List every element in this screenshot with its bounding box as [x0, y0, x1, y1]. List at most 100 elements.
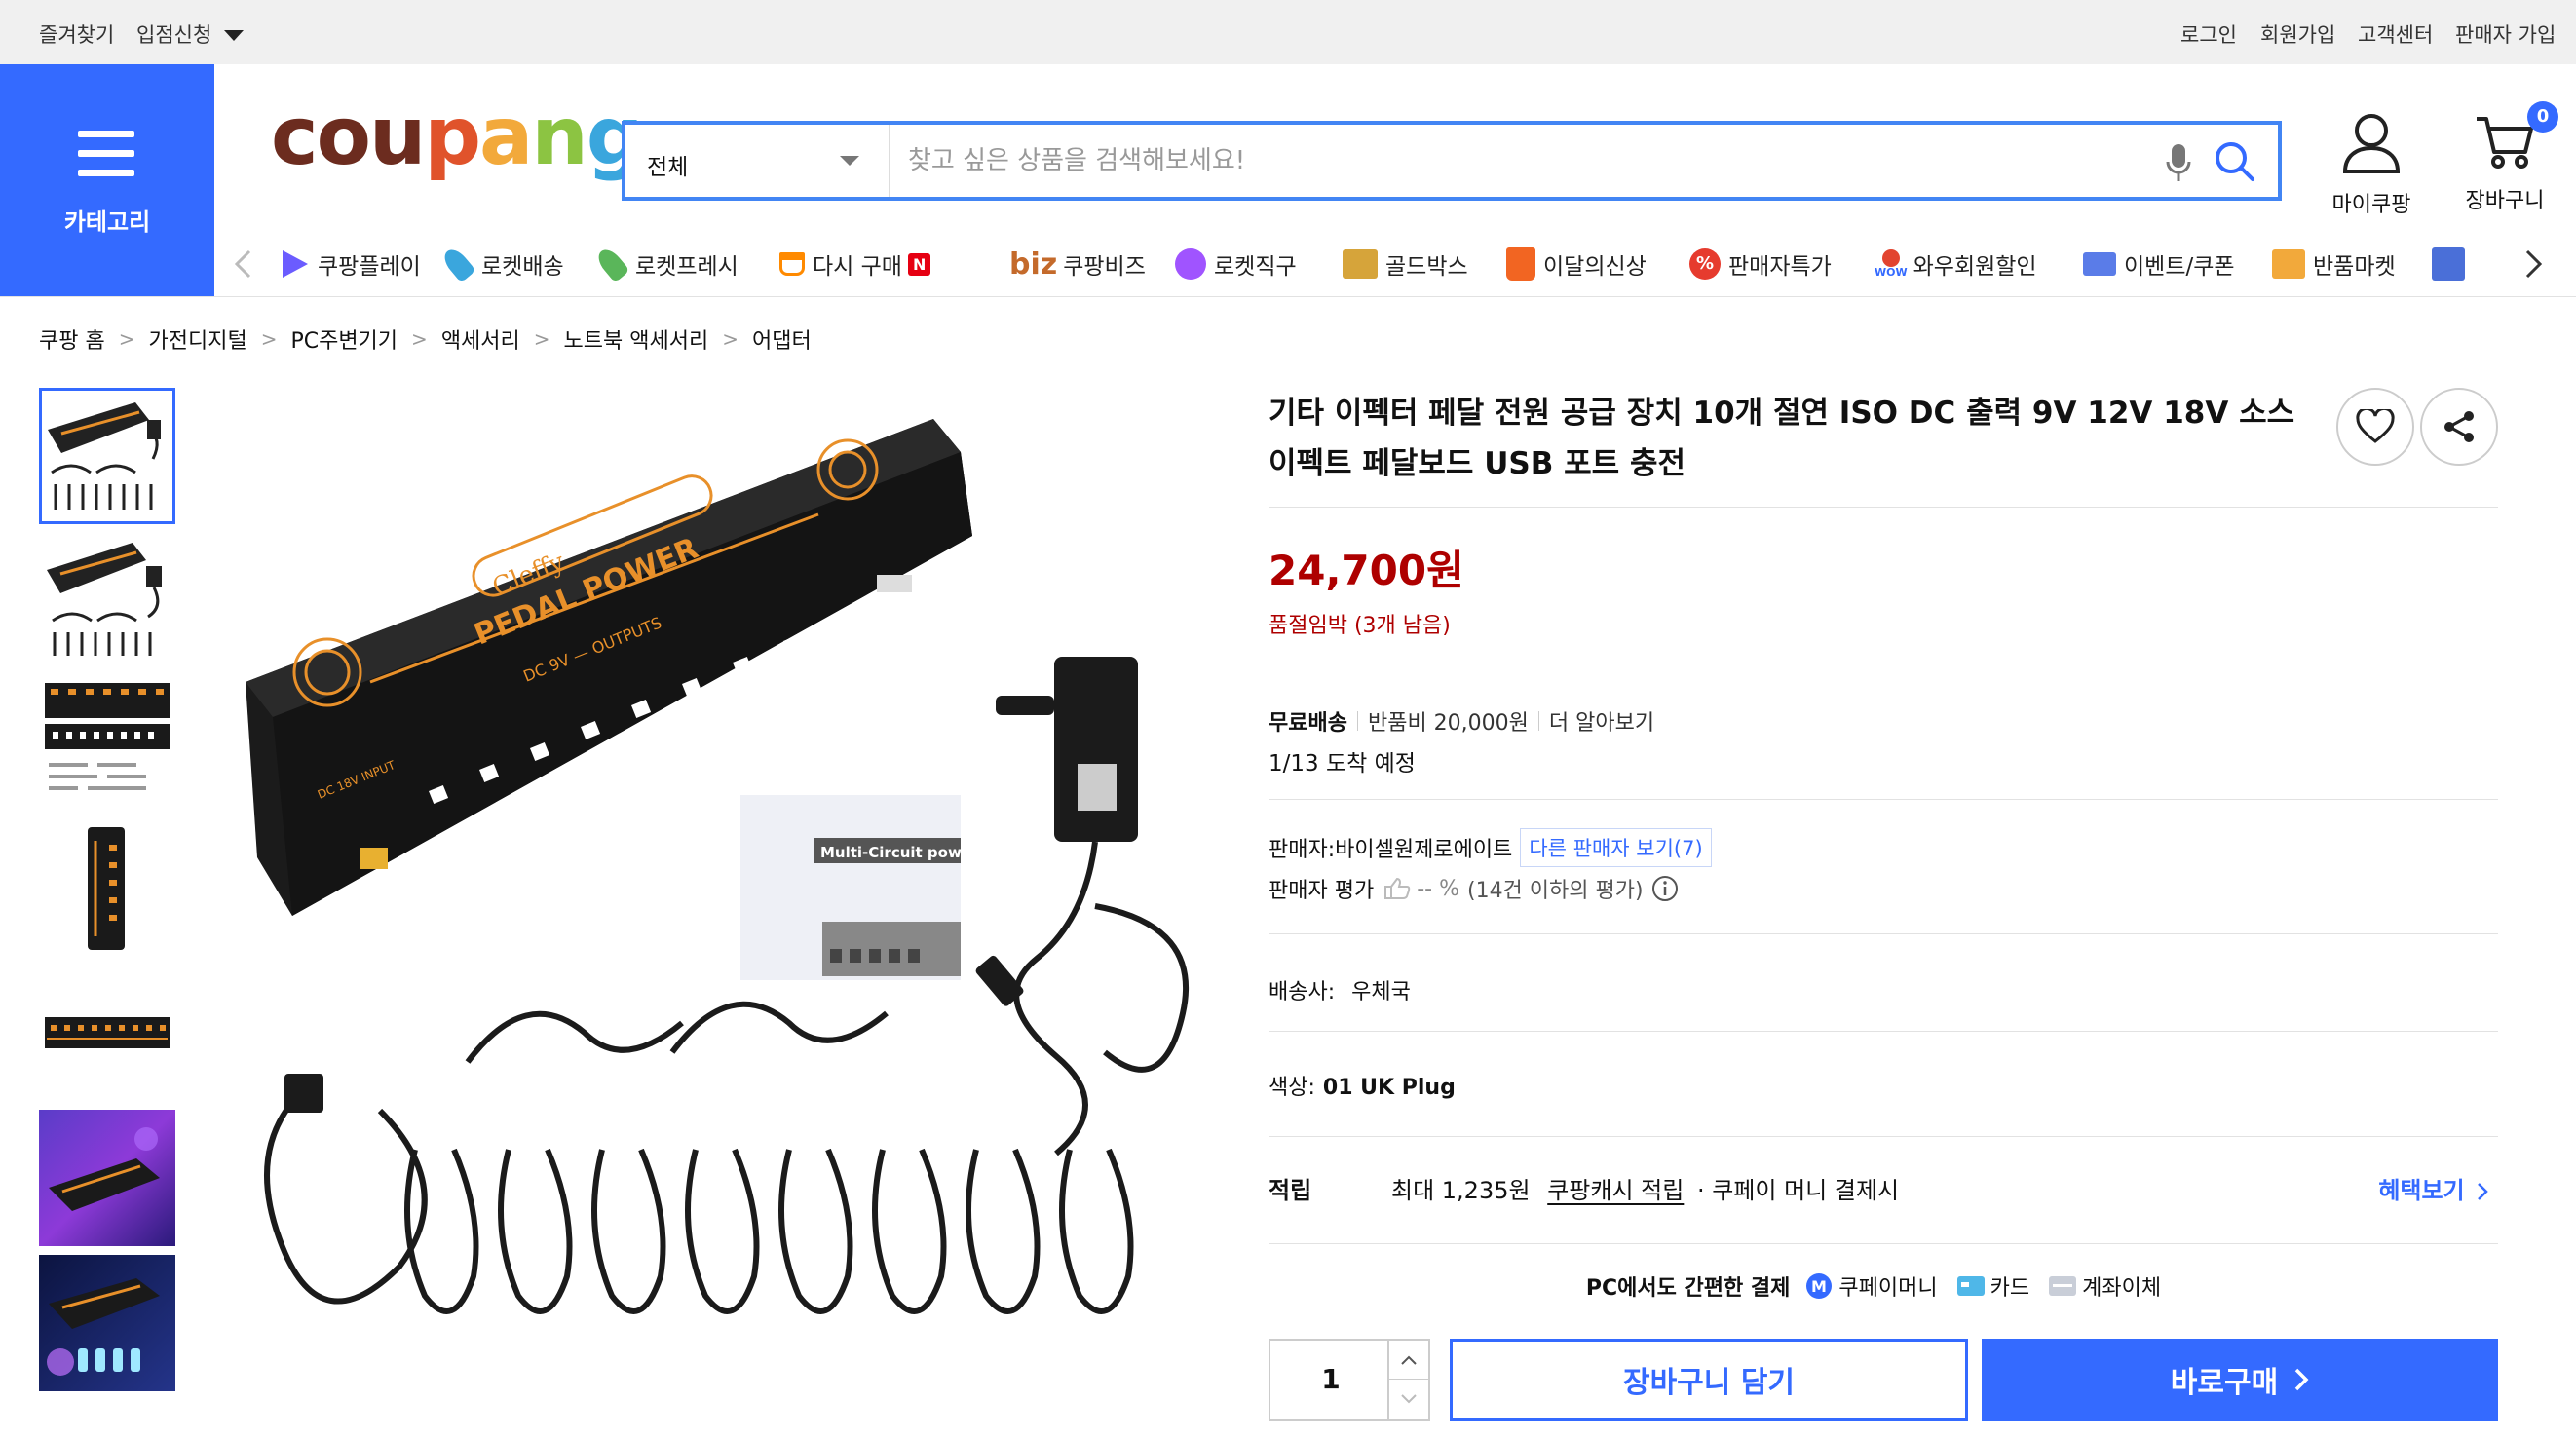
thumbnail-3[interactable]: [39, 675, 175, 812]
chevron-right-icon[interactable]: [2525, 249, 2543, 279]
user-icon: [2342, 114, 2401, 173]
vendor-apply-link[interactable]: 입점신청: [136, 19, 244, 49]
thumbnail-5[interactable]: [39, 966, 175, 1103]
breadcrumb-item[interactable]: 가전디지털: [148, 323, 246, 355]
wishlist-button[interactable]: [2336, 388, 2414, 466]
breadcrumb-item[interactable]: PC주변기기: [290, 323, 398, 355]
nav-rocket-delivery[interactable]: 로켓배송: [439, 232, 564, 296]
breadcrumb: 쿠팡 홈 > 가전디지털 > PC주변기기 > 액세서리 > 노트북 액세서리 > 어댑터: [39, 323, 812, 355]
biz-logo: biz: [1009, 246, 1058, 282]
coupon-icon: [2083, 252, 2116, 276]
divider: [1269, 799, 2498, 800]
price: 24,700원: [1269, 547, 1464, 594]
new-badge: N: [907, 252, 931, 276]
nav-coupang-biz[interactable]: biz 쿠팡비즈: [1009, 232, 1146, 296]
quantity-increase-button[interactable]: [1387, 1341, 1428, 1380]
nav-label: 쿠팡플레이: [318, 254, 421, 280]
share-button[interactable]: [2420, 388, 2498, 466]
chevron-right-icon: [2478, 1183, 2488, 1200]
search-category-select[interactable]: 전체: [625, 125, 890, 197]
shipping-info: 무료배송 반품비 20,000원 더 알아보기: [1269, 705, 1654, 737]
wow-label: WOW: [1875, 266, 1908, 279]
caret-down-icon: [223, 30, 244, 41]
nav-rocket-global[interactable]: 로켓직구: [1175, 232, 1297, 296]
mycoupang-button[interactable]: 마이쿠팡: [2319, 111, 2424, 218]
login-link[interactable]: 로그인: [2180, 19, 2237, 49]
divider: [1269, 1136, 2498, 1137]
rating-value: -- %: [1417, 876, 1459, 901]
learn-more-link[interactable]: 더 알아보기: [1549, 705, 1654, 737]
breadcrumb-item[interactable]: 어댑터: [752, 323, 812, 355]
quantity-decrease-button[interactable]: [1387, 1380, 1428, 1419]
nav-return-market[interactable]: 반품마켓: [2272, 232, 2396, 296]
signup-link[interactable]: 회원가입: [2260, 19, 2335, 49]
search-input[interactable]: [908, 140, 2077, 181]
thumbnail-1[interactable]: [39, 388, 175, 524]
category-menu-button[interactable]: 카테고리: [0, 64, 214, 296]
divider: [1269, 933, 2498, 934]
logo-part: p: [424, 91, 481, 183]
chevron-left-icon[interactable]: [234, 249, 251, 279]
add-to-cart-label: 장바구니 담기: [1622, 1366, 1796, 1400]
goldbox-icon: [1343, 249, 1378, 279]
color-option: 색상: 01 UK Plug: [1269, 1070, 1456, 1101]
search-icon[interactable]: [2214, 140, 2256, 183]
nav-coupang-play[interactable]: 쿠팡플레이: [279, 232, 421, 296]
nav-rebuy[interactable]: 다시 구매 N: [779, 232, 931, 296]
basket-icon: [779, 252, 805, 276]
store-icon: [2432, 247, 2465, 281]
arrival-date: 1/13 도착 예정: [1269, 751, 1416, 777]
benefit-link[interactable]: 혜택보기: [2378, 1171, 2488, 1205]
pay-method-transfer: 계좌이체: [2049, 1270, 2161, 1302]
manual-text: Multi-Circuit pow: [820, 844, 962, 861]
nav-label: 쿠팡비즈: [1063, 254, 1146, 280]
nav-label: 로켓배송: [481, 254, 564, 280]
coupang-cash-link[interactable]: 쿠팡캐시 적립: [1547, 1177, 1684, 1204]
color-label: 색상:: [1269, 1076, 1315, 1100]
breadcrumb-item[interactable]: 쿠팡 홈: [39, 323, 105, 355]
breadcrumb-item[interactable]: 노트북 액세서리: [564, 323, 709, 355]
color-value: 01 UK Plug: [1322, 1076, 1456, 1100]
nav-label: 로켓프레시: [635, 254, 739, 280]
breadcrumb-item[interactable]: 액세서리: [441, 323, 520, 355]
microphone-icon[interactable]: [2165, 142, 2192, 183]
nav-wow-discount[interactable]: WOW 와우회원할인: [1875, 232, 2037, 296]
search-bar: 전체: [622, 121, 2282, 201]
coupang-logo[interactable]: coupang: [271, 97, 643, 177]
nav-goldbox[interactable]: 골드박스: [1343, 232, 1468, 296]
top-utility-bar: 즐겨찾기 입점신청 로그인 회원가입 고객센터 판매자 가입: [0, 0, 2576, 64]
thumbnail-2[interactable]: [39, 531, 175, 667]
seller-name[interactable]: 바이셀원제로에이트: [1335, 832, 1512, 863]
nav-label: 이벤트/쿠폰: [2124, 254, 2235, 280]
heart-icon: [2356, 409, 2395, 443]
nav-seller-deals[interactable]: % 판매자특가: [1689, 232, 1832, 296]
quantity-value[interactable]: 1: [1270, 1341, 1391, 1419]
main-product-image[interactable]: Cleffy PEDAL POWER DC 9V — OUTPUTS DC 18…: [234, 390, 1208, 1364]
other-sellers-button[interactable]: 다른 판매자 보기(7): [1520, 828, 1712, 867]
thumbnail-4[interactable]: [39, 821, 175, 958]
bookmark-link[interactable]: 즐겨찾기: [39, 19, 114, 49]
chevron-up-icon: [1401, 1355, 1417, 1365]
pay-method-coupay: M 쿠페이머니: [1805, 1270, 1938, 1302]
pay-method-card: 카드: [1956, 1270, 2030, 1302]
nav-rocket-fresh[interactable]: 로켓프레시: [593, 232, 739, 296]
cart-button[interactable]: 장바구니 0: [2451, 101, 2558, 214]
info-icon[interactable]: [1651, 875, 1679, 902]
quantity-stepper: 1: [1269, 1339, 1430, 1421]
pay-method-label: 카드: [1989, 1276, 2030, 1301]
chevron-right-icon: >: [722, 327, 739, 351]
thumbnail-6[interactable]: [39, 1110, 175, 1246]
divider: [1269, 1243, 2498, 1244]
free-shipping-label: 무료배송: [1269, 711, 1347, 736]
buy-now-button[interactable]: 바로구매: [1982, 1339, 2498, 1421]
customer-center-link[interactable]: 고객센터: [2358, 19, 2433, 49]
nav-new-arrivals[interactable]: 이달의신상: [1506, 232, 1647, 296]
add-to-cart-button[interactable]: 장바구니 담기: [1450, 1339, 1968, 1421]
nav-events-coupons[interactable]: 이벤트/쿠폰: [2083, 232, 2235, 296]
pay-method-label: 쿠페이머니: [1838, 1276, 1938, 1301]
nav-more-partial[interactable]: [2432, 232, 2473, 296]
nav-label: 골드박스: [1385, 254, 1468, 280]
thumbnail-7[interactable]: [39, 1255, 175, 1391]
buy-now-label: 바로구매: [2170, 1366, 2279, 1400]
seller-signup-link[interactable]: 판매자 가입: [2455, 19, 2556, 49]
